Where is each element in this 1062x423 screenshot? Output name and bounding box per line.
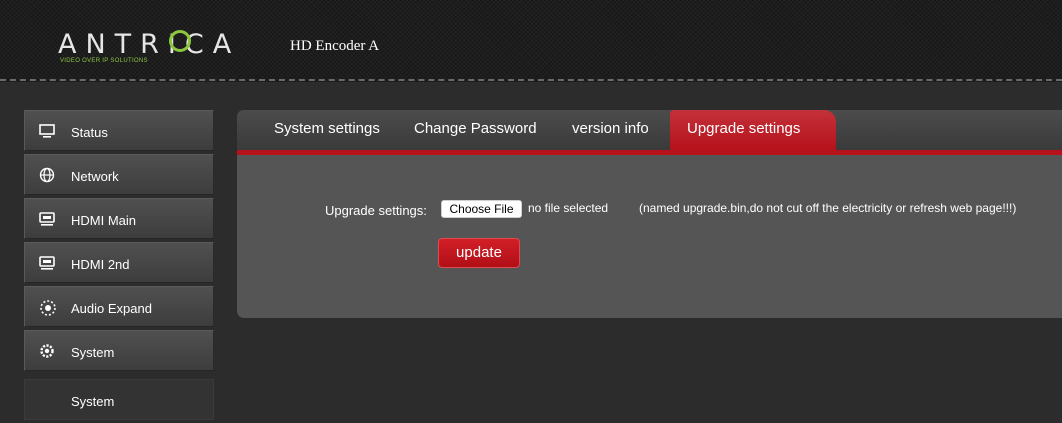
choose-file-button[interactable]: Choose File <box>441 200 522 218</box>
sidebar-item-label: HDMI 2nd <box>71 257 130 272</box>
sidebar-item-hdmi-2nd[interactable]: HDMI 2nd <box>24 242 214 283</box>
sidebar-subitem-system[interactable]: System <box>24 379 214 420</box>
sidebar-item-network[interactable]: Network <box>24 154 214 195</box>
upgrade-settings-label: Upgrade settings: <box>325 203 427 218</box>
sidebar-item-label: Audio Expand <box>71 301 152 316</box>
tab-system-settings[interactable]: System settings <box>274 120 380 137</box>
file-status-text: no file selected <box>528 201 609 215</box>
device-name: HD Encoder A <box>290 38 380 54</box>
upgrade-panel: System settings Change Password version … <box>237 110 1062 318</box>
sidebar-item-hdmi-main[interactable]: HDMI Main <box>24 198 214 239</box>
logo-text: ANTRICA <box>58 29 241 60</box>
tab-upgrade-settings[interactable]: Upgrade settings <box>670 110 836 150</box>
logo-ring-icon <box>169 30 191 52</box>
header: ANTRICA VIDEO OVER IP SOLUTIONS HD Encod… <box>0 0 1062 82</box>
sidebar: Status Network HDMI Main HDMI 2nd Audio … <box>24 110 214 423</box>
antrica-logo: ANTRICA VIDEO OVER IP SOLUTIONS <box>58 30 248 70</box>
sidebar-item-status[interactable]: Status <box>24 110 214 151</box>
audio-icon <box>39 299 56 316</box>
header-divider <box>0 79 1062 81</box>
gear-icon <box>39 343 55 359</box>
tab-bar: System settings Change Password version … <box>237 110 1062 150</box>
sidebar-item-audio-expand[interactable]: Audio Expand <box>24 286 214 327</box>
tab-upgrade-settings-label: Upgrade settings <box>687 120 801 137</box>
tab-underline <box>237 150 1062 155</box>
hdmi-icon <box>39 255 55 271</box>
globe-icon <box>39 167 55 183</box>
tab-change-password[interactable]: Change Password <box>414 120 537 137</box>
tab-version-info[interactable]: version info <box>572 120 649 137</box>
sidebar-item-label: System <box>71 345 115 360</box>
update-button[interactable]: update <box>438 238 520 268</box>
sidebar-item-label: HDMI Main <box>71 213 137 228</box>
sidebar-item-label: Network <box>71 169 119 184</box>
sidebar-item-label: Status <box>71 125 108 140</box>
sidebar-subitem-label: System <box>71 394 115 409</box>
monitor-icon <box>39 123 55 139</box>
hdmi-icon <box>39 211 55 227</box>
upgrade-note: (named upgrade.bin,do not cut off the el… <box>639 201 1017 215</box>
logo-tagline: VIDEO OVER IP SOLUTIONS <box>60 58 148 64</box>
sidebar-item-system[interactable]: System <box>24 330 214 371</box>
